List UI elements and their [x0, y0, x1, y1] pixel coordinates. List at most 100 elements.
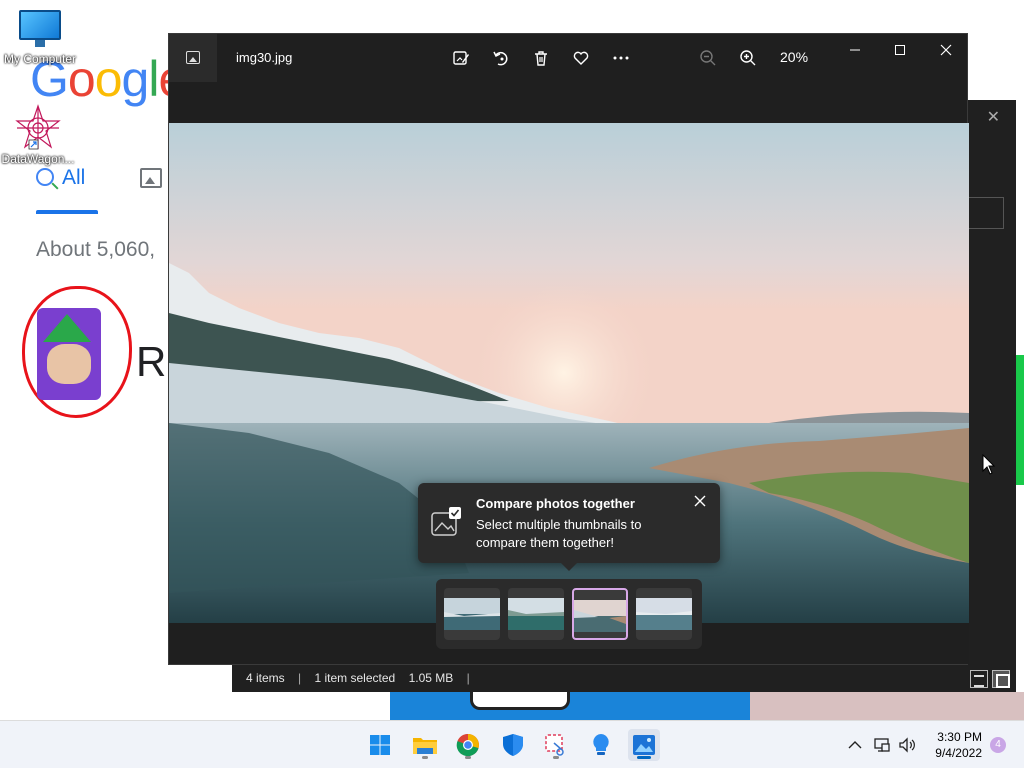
face-graphic	[47, 344, 91, 384]
app-icon-button[interactable]	[169, 34, 217, 82]
close-icon[interactable]: ✕	[987, 107, 1000, 126]
logo-letter: l	[148, 51, 159, 107]
tip-body: Select multiple thumbnails to compare th…	[476, 517, 642, 550]
thumbnail-image	[574, 600, 626, 632]
status-separator: |	[298, 671, 302, 685]
avatar[interactable]	[37, 308, 101, 400]
zoom-in-button[interactable]	[737, 47, 759, 69]
logo-letter: o	[94, 51, 123, 107]
clock-date: 9/4/2022	[935, 746, 982, 760]
chevron-up-icon[interactable]	[846, 736, 864, 754]
logo-letter: g	[121, 51, 150, 107]
images-tab-icon[interactable]	[140, 168, 162, 188]
filmstrip-thumbnail[interactable]	[636, 588, 692, 640]
monitor-icon	[19, 10, 61, 47]
chrome-icon	[456, 733, 479, 757]
photos-app-window: img30.jpg 20% Compare photos together Se…	[168, 33, 969, 665]
running-indicator	[553, 756, 559, 759]
status-item-count: 4 items	[246, 671, 285, 685]
rotate-icon	[493, 51, 508, 66]
desktop-icon-label: My Computer	[3, 52, 77, 66]
zoom-out-icon	[700, 50, 716, 66]
taskbar-snipping-tool[interactable]	[540, 729, 572, 761]
clock-time: 3:30 PM	[937, 730, 982, 744]
ellipsis-icon	[613, 56, 629, 60]
filmstrip-thumbnail[interactable]	[444, 588, 500, 640]
system-clock[interactable]: 3:30 PM 9/4/2022	[935, 729, 982, 761]
photos-titlebar: img30.jpg 20%	[169, 34, 967, 82]
network-icon[interactable]	[873, 736, 891, 754]
desktop-icon-label: DataWagon...	[1, 152, 75, 166]
zoom-in-icon	[740, 50, 756, 66]
status-size: 1.05 MB	[408, 671, 454, 685]
large-icons-view-button[interactable]	[992, 670, 1010, 688]
volume-icon[interactable]	[898, 736, 916, 754]
datawagon-star-icon	[15, 104, 61, 150]
close-icon[interactable]	[692, 493, 708, 509]
taskbar-chrome[interactable]	[452, 729, 484, 761]
maximize-button[interactable]	[888, 40, 912, 60]
background-green-strip	[1016, 355, 1024, 485]
taskbar-photos[interactable]	[628, 729, 660, 761]
taskbar-tips[interactable]	[585, 729, 617, 761]
taskbar: 3:30 PM 9/4/2022 4	[0, 720, 1024, 768]
defender-icon	[503, 734, 523, 756]
status-separator: |	[466, 671, 470, 685]
notification-badge[interactable]: 4	[990, 737, 1006, 753]
file-name: img30.jpg	[236, 50, 293, 65]
running-indicator	[422, 756, 428, 759]
file-explorer-icon	[413, 738, 437, 754]
search-input[interactable]	[964, 197, 1004, 229]
start-button[interactable]	[364, 729, 396, 761]
background-shape	[470, 692, 570, 710]
filmstrip-thumbnail-selected[interactable]	[572, 588, 628, 640]
thumbnail-image	[508, 598, 564, 630]
mouse-cursor-icon	[982, 454, 996, 475]
trash-icon	[535, 51, 547, 66]
photos-icon	[633, 735, 655, 755]
favorite-button[interactable]	[570, 47, 592, 69]
active-indicator	[637, 756, 651, 759]
background-image-strip	[390, 692, 1024, 720]
zoom-level[interactable]: 20%	[780, 49, 808, 65]
rotate-button[interactable]	[490, 47, 512, 69]
details-view-button[interactable]	[970, 670, 988, 688]
tips-icon	[593, 734, 609, 755]
edit-image-icon	[453, 51, 469, 65]
search-tab-all[interactable]: All	[36, 166, 85, 190]
compare-photos-icon	[431, 507, 461, 536]
compare-photos-teaching-tip: Compare photos together Select multiple …	[418, 483, 720, 571]
taskbar-file-explorer[interactable]	[409, 729, 441, 761]
taskbar-defender[interactable]	[497, 729, 529, 761]
partial-result-title[interactable]: R	[136, 338, 166, 386]
search-tab-all-label: All	[62, 166, 86, 189]
heart-icon	[573, 51, 589, 65]
delete-button[interactable]	[530, 47, 552, 69]
running-indicator	[465, 756, 471, 759]
filmstrip-thumbnail[interactable]	[508, 588, 564, 640]
active-tab-underline	[36, 210, 98, 214]
tip-title: Compare photos together	[476, 496, 635, 511]
minimize-icon	[850, 49, 860, 51]
snipping-tool-icon	[545, 734, 564, 756]
status-bar: 4 items | 1 item selected 1.05 MB |	[232, 664, 1016, 692]
desktop-icon-datawagon[interactable]: DataWagon...	[0, 104, 76, 166]
search-icon	[36, 168, 54, 186]
photos-app-icon	[186, 51, 200, 64]
filmstrip	[436, 579, 702, 649]
wizard-hat-graphic	[43, 314, 91, 342]
results-count: About 5,060,	[36, 238, 156, 261]
edit-image-button[interactable]	[450, 47, 472, 69]
more-options-button[interactable]	[610, 47, 632, 69]
zoom-out-button[interactable]	[697, 47, 719, 69]
thumbnail-image	[636, 598, 692, 630]
thumbnail-image	[444, 598, 500, 630]
maximize-icon	[895, 45, 905, 55]
minimize-button[interactable]	[843, 40, 867, 60]
close-icon	[940, 44, 952, 56]
status-selected: 1 item selected	[314, 671, 396, 685]
desktop-icon-my-computer[interactable]: My Computer	[2, 10, 78, 66]
close-button[interactable]	[934, 40, 958, 60]
start-icon	[370, 735, 390, 755]
background-shape	[750, 692, 1024, 720]
